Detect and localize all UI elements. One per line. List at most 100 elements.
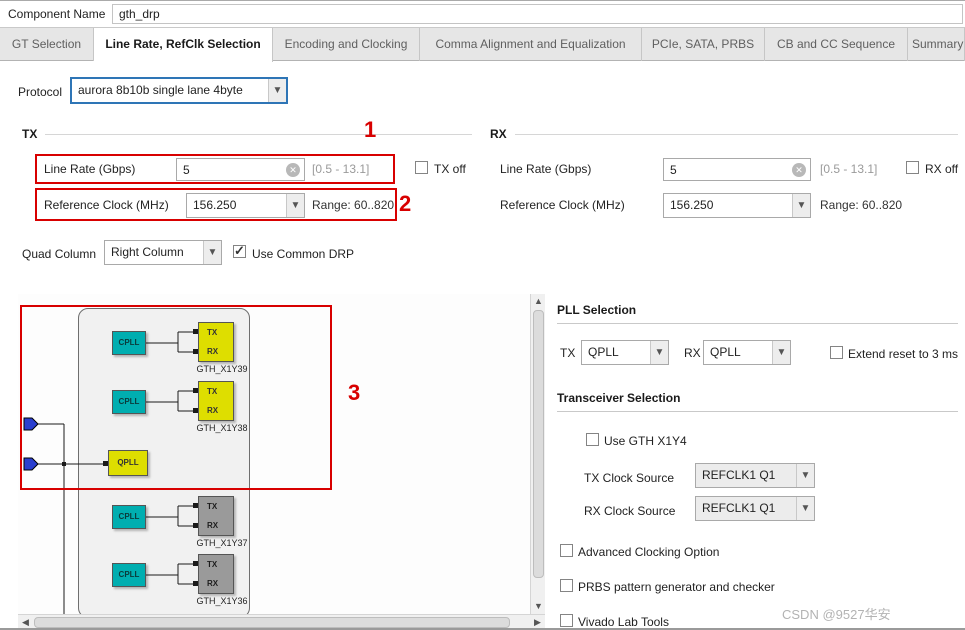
tx-line-rate-input[interactable]: 5 ✕	[176, 158, 305, 181]
transceiver-selection-title: Transceiver Selection	[557, 391, 958, 412]
clear-icon[interactable]: ✕	[792, 162, 806, 177]
annotation-number-3: 3	[348, 380, 361, 405]
wire-connections	[23, 329, 198, 614]
prbs-label: PRBS pattern generator and checker	[578, 580, 775, 594]
txrx-block-active[interactable]: TX RX	[198, 381, 234, 421]
tx-off-label: TX off	[434, 162, 466, 176]
rx-section-title: RX	[490, 127, 507, 141]
cpll-block[interactable]: CPLL	[112, 563, 146, 587]
rx-port-label: RX	[207, 406, 219, 415]
prbs-checkbox[interactable]	[560, 579, 573, 592]
annotation-number-2: 2	[399, 191, 412, 216]
rx-refclk-label: Reference Clock (MHz)	[500, 198, 625, 212]
tx-clock-source-label: TX Clock Source	[584, 471, 675, 485]
pll-tx-select[interactable]: QPLL ▼	[581, 340, 669, 365]
rx-clock-source-label: RX Clock Source	[584, 504, 676, 518]
qpll-block[interactable]: QPLL	[108, 450, 148, 476]
tx-clock-source-select[interactable]: REFCLK1 Q1 ▼	[695, 463, 815, 488]
gth-lane-label: GTH_X1Y36	[196, 596, 248, 606]
component-name-input[interactable]: gth_drp	[112, 4, 963, 24]
rx-section-header: RX	[490, 127, 958, 141]
cpll-block[interactable]: CPLL	[112, 505, 146, 529]
vivado-lab-tools-checkbox[interactable]	[560, 614, 573, 627]
rx-port-label: RX	[207, 347, 219, 356]
tx-off-checkbox[interactable]	[415, 161, 428, 174]
rx-refclk-select[interactable]: 156.250 ▼	[663, 193, 811, 218]
tab-summary[interactable]: Summary	[908, 28, 965, 61]
use-common-drp-checkbox[interactable]	[233, 243, 246, 259]
scroll-up-icon[interactable]: ▲	[531, 294, 546, 309]
rx-line-rate-range: [0.5 - 13.1]	[820, 162, 878, 176]
tx-port-label: TX	[207, 387, 218, 396]
tab-encoding-clocking[interactable]: Encoding and Clocking	[273, 28, 420, 61]
chevron-down-icon: ▼	[268, 79, 286, 102]
gth-lane-label: GTH_X1Y37	[196, 538, 248, 548]
txrx-block-inactive[interactable]: TX RX	[198, 496, 234, 536]
scroll-left-icon[interactable]: ◀	[18, 615, 33, 628]
chevron-down-icon: ▼	[796, 497, 814, 520]
horizontal-scroll-thumb[interactable]	[34, 617, 510, 628]
quad-column-select[interactable]: Right Column ▼	[104, 240, 222, 265]
component-name-label: Component Name	[8, 7, 106, 21]
scroll-right-icon[interactable]: ▶	[530, 615, 545, 628]
chevron-down-icon: ▼	[796, 464, 814, 487]
chevron-down-icon: ▼	[792, 194, 810, 217]
quad-column-label: Quad Column	[22, 247, 97, 261]
txrx-block-active[interactable]: TX RX	[198, 322, 234, 362]
cpll-block[interactable]: CPLL	[112, 331, 146, 355]
rx-port-label: RX	[207, 521, 219, 530]
tx-section-header: TX	[22, 127, 472, 141]
pll-tx-value: QPLL	[588, 345, 619, 359]
rx-port-label: RX	[207, 579, 219, 588]
rx-clock-source-value: REFCLK1 Q1	[702, 501, 776, 515]
rx-line-rate-input[interactable]: 5 ✕	[663, 158, 811, 181]
use-gth-checkbox[interactable]	[586, 433, 599, 446]
pll-rx-label: RX	[684, 346, 701, 360]
rx-refclk-range: Range: 60..820	[820, 198, 903, 212]
cpll-block[interactable]: CPLL	[112, 390, 146, 414]
component-name-bar: Component Name gth_drp	[0, 1, 965, 28]
rx-clock-source-select[interactable]: REFCLK1 Q1 ▼	[695, 496, 815, 521]
tab-comma-alignment[interactable]: Comma Alignment and Equalization	[420, 28, 642, 61]
tx-refclk-range: Range: 60..820	[312, 198, 395, 212]
txrx-block-inactive[interactable]: TX RX	[198, 554, 234, 594]
tab-gt-selection[interactable]: GT Selection	[0, 28, 94, 61]
vertical-scroll-thumb[interactable]	[533, 310, 544, 578]
tx-line-rate-range: [0.5 - 13.1]	[312, 162, 370, 176]
rx-line-rate-value: 5	[670, 162, 677, 177]
vertical-scrollbar[interactable]: ▲ ▼	[530, 294, 545, 614]
advanced-clocking-label: Advanced Clocking Option	[578, 545, 720, 559]
quad-diagram: CPLL TX RX GTH_X1Y39 CPLL TX RX GTH_X1Y3…	[18, 294, 545, 628]
clear-icon[interactable]: ✕	[286, 162, 300, 177]
refclk-input-arrow-icons	[23, 417, 39, 471]
tx-refclk-select[interactable]: 156.250 ▼	[186, 193, 305, 218]
chevron-down-icon: ▼	[650, 341, 668, 364]
vivado-lab-tools-label: Vivado Lab Tools	[578, 615, 669, 629]
extend-reset-checkbox[interactable]	[830, 346, 843, 359]
rx-line-rate-label: Line Rate (Gbps)	[500, 162, 592, 176]
pll-selection-title: PLL Selection	[557, 303, 958, 324]
gt-wizard-window: Component Name gth_drp GT Selection Line…	[0, 0, 965, 630]
pll-tx-label: TX	[560, 346, 576, 360]
protocol-select[interactable]: aurora 8b10b single lane 4byte ▼	[70, 77, 288, 104]
quad-diagram-canvas[interactable]: CPLL TX RX GTH_X1Y39 CPLL TX RX GTH_X1Y3…	[18, 294, 530, 614]
pll-rx-select[interactable]: QPLL ▼	[703, 340, 791, 365]
tab-pcie-sata-prbs[interactable]: PCIe, SATA, PRBS	[642, 28, 765, 61]
tx-port-label: TX	[207, 328, 218, 337]
advanced-clocking-checkbox[interactable]	[560, 544, 573, 557]
rx-refclk-value: 156.250	[670, 198, 714, 212]
rx-off-checkbox[interactable]	[906, 161, 919, 174]
tx-clock-source-value: REFCLK1 Q1	[702, 468, 776, 482]
rx-off-label: RX off	[925, 162, 959, 176]
protocol-label: Protocol	[18, 85, 63, 99]
tab-line-rate-refclk[interactable]: Line Rate, RefClk Selection	[94, 28, 273, 62]
gth-lane-label: GTH_X1Y39	[196, 364, 248, 374]
horizontal-scrollbar[interactable]: ◀ ▶	[18, 614, 545, 628]
scroll-down-icon[interactable]: ▼	[531, 599, 546, 614]
tab-cb-cc-sequence[interactable]: CB and CC Sequence	[765, 28, 908, 61]
protocol-value: aurora 8b10b single lane 4byte	[78, 83, 243, 97]
tx-section-title: TX	[22, 127, 38, 141]
pll-rx-value: QPLL	[710, 345, 741, 359]
use-gth-label: Use GTH X1Y4	[604, 434, 687, 448]
tx-refclk-value: 156.250	[193, 198, 237, 212]
